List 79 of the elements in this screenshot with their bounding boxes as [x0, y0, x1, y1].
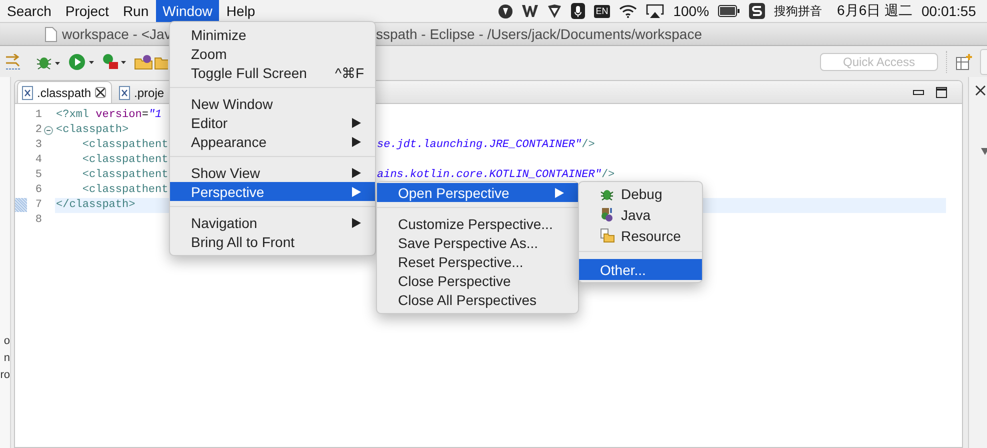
menu-bar-item[interactable]: Search: [0, 0, 58, 22]
code-text: ains.kotlin.core.KOTLIN_CONTAINER"/>: [377, 169, 615, 181]
run-dropdown-icon[interactable]: [68, 52, 94, 70]
shield-icon: [498, 4, 513, 18]
code-text: <classpathent: [81, 184, 168, 196]
menu-item[interactable]: Perspective: [170, 182, 375, 201]
fold-icon[interactable]: [44, 126, 53, 135]
menu-item[interactable]: Show View: [170, 163, 375, 182]
menu-item[interactable]: Close Perspective: [377, 271, 578, 290]
line-number: 4: [34, 153, 42, 168]
menu-item[interactable]: Bring All to Front: [170, 232, 375, 251]
code-text: <?xml version="1: [56, 109, 162, 121]
menu-item[interactable]: Reset Perspective...: [377, 252, 578, 271]
menu-bar-item[interactable]: Window: [156, 0, 220, 22]
menu-bar-item[interactable]: Project: [58, 0, 116, 22]
triangle-icon: [981, 148, 987, 155]
menu-bar-item[interactable]: Help: [219, 0, 262, 22]
menu-item[interactable]: Customize Perspective...: [377, 214, 578, 233]
w-logo-icon: [522, 4, 538, 18]
window-title: sspath - Eclipse - /Users/jack/Documents/workspace: [376, 26, 703, 42]
close-icon[interactable]: [95, 87, 106, 98]
menu-item[interactable]: Save Perspective As...: [377, 233, 578, 252]
airplay-icon: [646, 4, 664, 18]
menu-item[interactable]: Open Perspective: [377, 183, 578, 202]
menu-item[interactable]: Java: [579, 204, 702, 225]
menu-item[interactable]: Editor: [170, 113, 375, 132]
menu-bar-item[interactable]: Run: [116, 0, 156, 22]
code-text: se.jdt.launching.JRE_CONTAINER"/>: [377, 139, 595, 151]
code-text: <classpathent: [81, 154, 168, 166]
panel-text: n: [4, 351, 10, 366]
submenu-arrow-icon: [352, 218, 361, 228]
menu-item[interactable]: New Window: [170, 94, 375, 113]
minimize-icon[interactable]: [913, 90, 924, 94]
menu-bar-clock: 00:01:55: [922, 3, 976, 19]
line-number: 5: [34, 168, 42, 183]
menu-item[interactable]: Appearance: [170, 132, 375, 151]
shield-icon: [546, 4, 562, 18]
xml-file-icon: [22, 86, 33, 100]
menu-item[interactable]: Minimize: [170, 25, 375, 44]
submenu-arrow-icon: [555, 188, 564, 198]
editor-tab[interactable]: .classpath: [17, 81, 112, 103]
open-perspective-icon[interactable]: [956, 54, 972, 70]
menu-item[interactable]: Debug: [579, 183, 702, 204]
menu-item[interactable]: Toggle Full Screen ^⌘F: [170, 63, 375, 82]
line-number: 1: [34, 108, 42, 123]
close-icon[interactable]: [975, 85, 986, 96]
line-number: 8: [34, 213, 42, 228]
external-tools-icon[interactable]: [102, 52, 126, 70]
keyboard-layout-badge: EN: [594, 4, 610, 18]
menu-item[interactable]: Resource: [579, 225, 702, 246]
s-logo-icon: [749, 3, 766, 19]
menu-item[interactable]: Close All Perspectives: [377, 290, 578, 309]
code-text: </classpath>: [56, 199, 136, 211]
panel-text: ro: [0, 368, 10, 383]
document-icon: [45, 26, 57, 42]
quick-access-field[interactable]: Quick Access: [820, 52, 938, 70]
menu-item[interactable]: Zoom: [170, 44, 375, 63]
line-number: 3: [34, 138, 42, 153]
menu-item[interactable]: Navigation: [170, 213, 375, 232]
code-text: <classpathent: [81, 169, 168, 181]
wifi-icon: [619, 4, 638, 18]
folder-icon: [600, 228, 615, 243]
folder-icon[interactable]: [134, 54, 154, 70]
battery-percent: 100%: [673, 3, 710, 19]
code-text: <classpath>: [56, 124, 129, 136]
input-method-name: 搜狗拼音: [774, 2, 822, 20]
battery-icon: [718, 5, 740, 17]
line-number: 2: [34, 123, 42, 138]
code-text: <classpathent: [81, 139, 168, 151]
java-icon: [600, 207, 614, 222]
line-number: 7: [34, 198, 42, 213]
panel-text: o: [4, 334, 10, 349]
menu-bar-date: 6月6日 週二: [837, 2, 912, 20]
editor-tab[interactable]: .proje: [114, 81, 166, 103]
menu-item[interactable]: Other...: [579, 259, 702, 280]
maximize-icon[interactable]: [936, 86, 947, 98]
xml-file-icon: [119, 86, 130, 100]
microphone-icon: [570, 3, 585, 19]
line-number: 6: [34, 183, 42, 198]
